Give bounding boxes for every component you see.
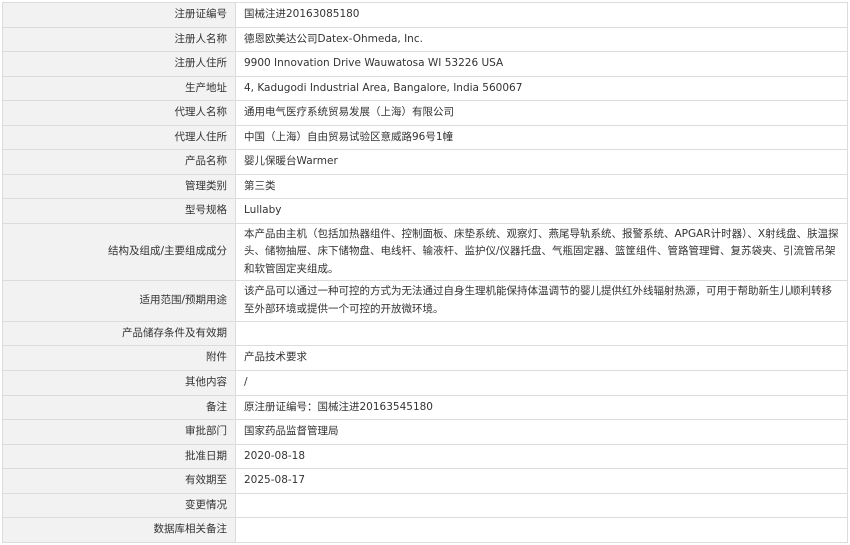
registrant-address-value: 9900 Innovation Drive Wauwatosa WI 53226… [235,51,848,77]
field-label: 适用范围/预期用途 [2,279,236,322]
product-name-value: 婴儿保暖台Warmer [235,149,848,175]
registration-record-page: 注册证编号 国械注进20163085180 注册人名称 德恩欧美达公司Datex… [0,0,850,545]
row-structure-composition: 结构及组成/主要组成成分 本产品由主机（包括加热器组件、控制面板、床垫系统、观察… [2,222,848,281]
row-storage-conditions: 产品储存条件及有效期 [2,320,848,347]
field-label: 代理人住所 [2,124,236,151]
field-label: 注册人名称 [2,26,236,53]
other-content-value: / [235,370,848,396]
field-label: 备注 [2,394,236,421]
field-label: 注册人住所 [2,51,236,77]
field-label: 批准日期 [2,443,236,470]
field-label: 产品储存条件及有效期 [2,320,236,347]
database-notes-value [235,517,848,543]
field-label: 管理类别 [2,173,236,200]
valid-until-value: 2025-08-17 [235,468,848,494]
row-attachments: 附件 产品技术要求 [2,345,848,372]
field-label: 产品名称 [2,149,236,175]
row-valid-until: 有效期至 2025-08-17 [2,468,848,494]
attachments-value: 产品技术要求 [235,345,848,372]
remarks-value: 原注册证编号：国械注进20163545180 [235,394,848,421]
field-label: 代理人名称 [2,100,236,126]
field-label: 变更情况 [2,492,236,519]
row-registrant-name: 注册人名称 德恩欧美达公司Datex-Ohmeda, Inc. [2,26,848,53]
row-change-history: 变更情况 [2,492,848,519]
field-label: 结构及组成/主要组成成分 [2,222,236,281]
row-model-specification: 型号规格 Lullaby [2,198,848,224]
row-manufacturing-address: 生产地址 4, Kadugodi Industrial Area, Bangal… [2,75,848,102]
row-agent-address: 代理人住所 中国（上海）自由贸易试验区意威路96号1幢 [2,124,848,151]
registration-info-table: 注册证编号 国械注进20163085180 注册人名称 德恩欧美达公司Datex… [2,2,848,543]
registrant-name-value: 德恩欧美达公司Datex-Ohmeda, Inc. [235,26,848,53]
row-registrant-address: 注册人住所 9900 Innovation Drive Wauwatosa WI… [2,51,848,77]
row-approval-date: 批准日期 2020-08-18 [2,443,848,470]
registration-number-value: 国械注进20163085180 [235,2,848,28]
field-label: 审批部门 [2,419,236,445]
structure-composition-value: 本产品由主机（包括加热器组件、控制面板、床垫系统、观察灯、燕尾导轨系统、报警系统… [235,222,848,281]
agent-address-value: 中国（上海）自由贸易试验区意威路96号1幢 [235,124,848,151]
row-database-notes: 数据库相关备注 [2,517,848,543]
field-label: 型号规格 [2,198,236,224]
field-label: 数据库相关备注 [2,517,236,543]
management-category-value: 第三类 [235,173,848,200]
approval-department-value: 国家药品监督管理局 [235,419,848,445]
approval-date-value: 2020-08-18 [235,443,848,470]
manufacturing-address-value: 4, Kadugodi Industrial Area, Bangalore, … [235,75,848,102]
row-other-content: 其他内容 / [2,370,848,396]
scope-intended-use-value: 该产品可以通过一种可控的方式为无法通过自身生理机能保持体温调节的婴儿提供红外线辐… [235,279,848,322]
row-scope-intended-use: 适用范围/预期用途 该产品可以通过一种可控的方式为无法通过自身生理机能保持体温调… [2,279,848,322]
row-approval-department: 审批部门 国家药品监督管理局 [2,419,848,445]
row-management-category: 管理类别 第三类 [2,173,848,200]
field-label: 注册证编号 [2,2,236,28]
field-label: 附件 [2,345,236,372]
row-remarks: 备注 原注册证编号：国械注进20163545180 [2,394,848,421]
field-label: 有效期至 [2,468,236,494]
row-agent-name: 代理人名称 通用电气医疗系统贸易发展（上海）有限公司 [2,100,848,126]
model-specification-value: Lullaby [235,198,848,224]
storage-conditions-value [235,320,848,347]
field-label: 其他内容 [2,370,236,396]
row-registration-number: 注册证编号 国械注进20163085180 [2,2,848,28]
field-label: 生产地址 [2,75,236,102]
agent-name-value: 通用电气医疗系统贸易发展（上海）有限公司 [235,100,848,126]
row-product-name: 产品名称 婴儿保暖台Warmer [2,149,848,175]
change-history-value [235,492,848,519]
